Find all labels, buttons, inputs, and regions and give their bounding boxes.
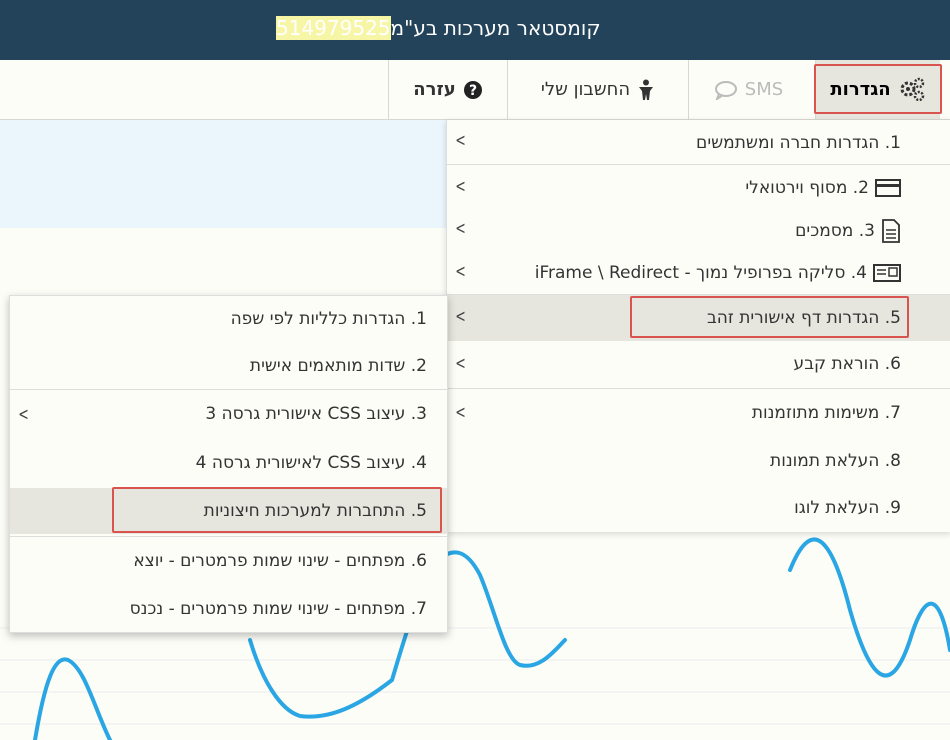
submenu-item-label: 3. עיצוב CSS אישורית גרסה 3: [205, 404, 427, 424]
chevron-left-icon: <: [455, 353, 466, 374]
tab-help[interactable]: עזרה ?: [388, 60, 507, 119]
highlight-box-external-systems: [112, 487, 442, 533]
tab-my-account[interactable]: החשבון שלי: [507, 60, 688, 119]
account-label: החשבון שלי: [540, 79, 631, 100]
top-menu-bar: הגדרות SMS החשבון שלי עזרה ?: [0, 60, 950, 120]
company-title: 514979525קומסטאר מערכות בע"מ: [276, 13, 601, 43]
question-circle-icon: ?: [463, 80, 482, 99]
submenu-item-params-outgoing[interactable]: 6. מפתחים - שינוי שמות פרמטרים - יוצא: [10, 538, 447, 584]
menu-item-company-users[interactable]: 1. הגדרות חברה ומשתמשים: [447, 120, 950, 166]
menu-item-label: 8. העלאת תמונות: [770, 451, 901, 471]
info-panel: [0, 120, 446, 228]
title-bar: 514979525קומסטאר מערכות בע"מ: [0, 0, 950, 60]
gold-approval-submenu: 1. הגדרות כלליות לפי שפה 2. שדות מותאמים…: [9, 295, 448, 633]
chevron-left-icon: <: [18, 404, 29, 425]
menu-item-scheduled-tasks[interactable]: 7. משימות מתוזמנות: [447, 390, 950, 436]
menu-item-documents[interactable]: 3. מסמכים: [447, 208, 950, 254]
menu-item-label: 7. משימות מתוזמנות: [751, 403, 901, 423]
chevron-left-icon: <: [455, 218, 466, 239]
menu-item-upload-logo[interactable]: 9. העלאת לוגו: [447, 485, 950, 531]
chevron-left-icon: <: [455, 261, 466, 282]
submenu-item-label: 6. מפתחים - שינוי שמות פרמטרים - יוצא: [133, 551, 427, 571]
chevron-left-icon: <: [455, 176, 466, 197]
submenu-item-custom-fields[interactable]: 2. שדות מותאמים אישית: [10, 343, 447, 389]
submenu-item-general-by-language[interactable]: 1. הגדרות כלליות לפי שפה: [10, 296, 447, 342]
menu-item-standing-order[interactable]: 6. הוראת קבע: [447, 341, 950, 387]
submenu-item-label: 1. הגדרות כלליות לפי שפה: [230, 309, 427, 329]
submenu-item-label: 4. עיצוב CSS לאישורית גרסה 4: [195, 453, 427, 473]
menu-item-low-profile-clearing[interactable]: 4. סליקה בפרופיל נמוך - iFrame \ Redirec…: [447, 250, 950, 296]
chevron-left-icon: <: [455, 402, 466, 423]
chevron-left-icon: <: [455, 306, 466, 327]
tab-sms[interactable]: SMS: [688, 60, 808, 119]
divider: [10, 389, 447, 390]
menu-item-label: 6. הוראת קבע: [793, 354, 901, 374]
company-id-highlight: 514979525: [276, 16, 391, 40]
highlight-box-gold-approval: [630, 296, 909, 338]
submenu-item-css-v3[interactable]: 3. עיצוב CSS אישורית גרסה 3: [10, 391, 447, 437]
divider: [10, 536, 447, 537]
credit-card-icon: [875, 178, 901, 198]
menu-item-label: 9. העלאת לוגו: [794, 498, 901, 518]
menu-item-label: 1. הגדרות חברה ומשתמשים: [696, 133, 901, 153]
id-card-icon: [873, 263, 901, 283]
menu-item-label: 2. מסוף וירטואלי: [745, 178, 869, 198]
svg-text:?: ?: [469, 83, 477, 99]
menu-item-label: 4. סליקה בפרופיל נמוך - iFrame \ Redirec…: [534, 263, 867, 283]
submenu-item-label: 7. מפתחים - שינוי שמות פרמטרים - נכנס: [129, 599, 427, 619]
document-icon: [881, 219, 901, 243]
divider: [447, 388, 950, 389]
submenu-item-css-v4[interactable]: 4. עיצוב CSS לאישורית גרסה 4: [10, 440, 447, 486]
help-label: עזרה: [413, 79, 456, 100]
person-icon: [639, 79, 654, 100]
menu-item-virtual-terminal[interactable]: 2. מסוף וירטואלי: [447, 165, 950, 211]
chevron-left-icon: <: [455, 130, 466, 151]
company-name: קומסטאר מערכות בע"מ: [390, 16, 601, 40]
submenu-item-params-incoming[interactable]: 7. מפתחים - שינוי שמות פרמטרים - נכנס: [10, 586, 447, 632]
speech-bubble-icon: [714, 80, 737, 100]
highlight-box-settings-tab: [814, 64, 942, 114]
menu-item-label: 3. מסמכים: [795, 221, 875, 241]
sms-label: SMS: [744, 79, 784, 100]
menu-item-upload-images[interactable]: 8. העלאת תמונות: [447, 438, 950, 484]
submenu-item-label: 2. שדות מותאמים אישית: [249, 356, 427, 376]
